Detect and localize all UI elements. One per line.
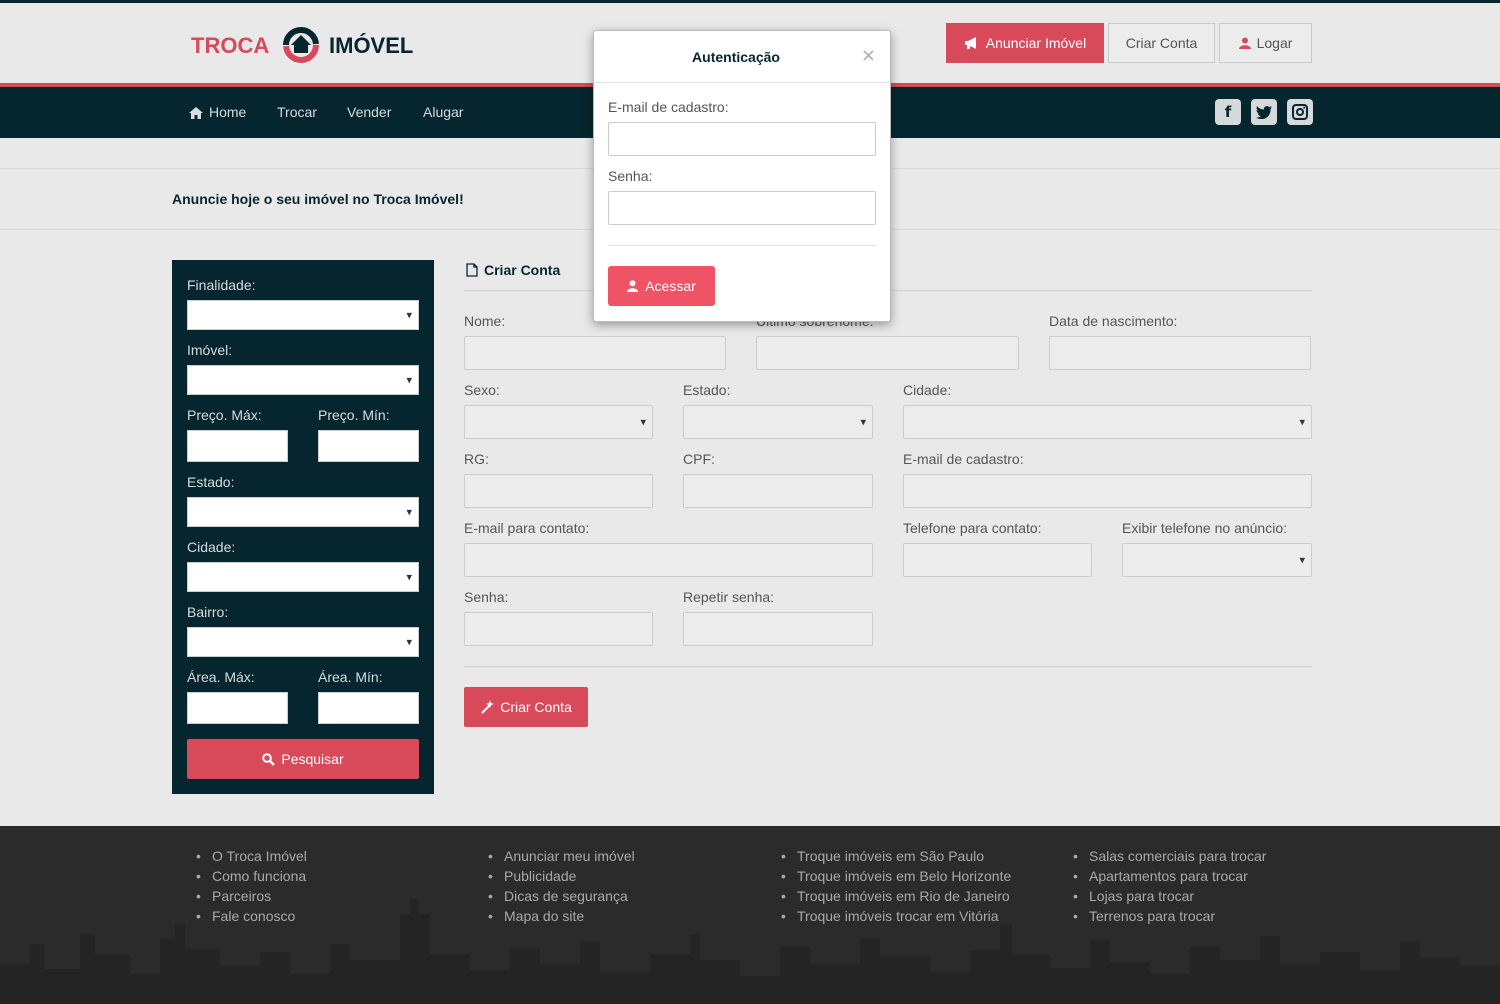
modal-overlay: Autenticação × E-mail de cadastro: Senha… (0, 0, 1500, 1004)
auth-password-input[interactable] (608, 191, 876, 225)
close-icon[interactable]: × (861, 45, 876, 66)
auth-modal-divider (608, 245, 876, 246)
auth-submit-button[interactable]: Acessar (608, 266, 715, 306)
auth-submit-label: Acessar (645, 278, 696, 294)
auth-email-label: E-mail de cadastro: (608, 99, 729, 115)
auth-email-input[interactable] (608, 122, 876, 156)
auth-modal-header-divider (594, 82, 890, 83)
auth-modal: Autenticação × E-mail de cadastro: Senha… (593, 30, 891, 322)
auth-modal-title: Autenticação (692, 49, 780, 65)
user-icon (627, 280, 639, 292)
auth-password-label: Senha: (608, 168, 653, 184)
